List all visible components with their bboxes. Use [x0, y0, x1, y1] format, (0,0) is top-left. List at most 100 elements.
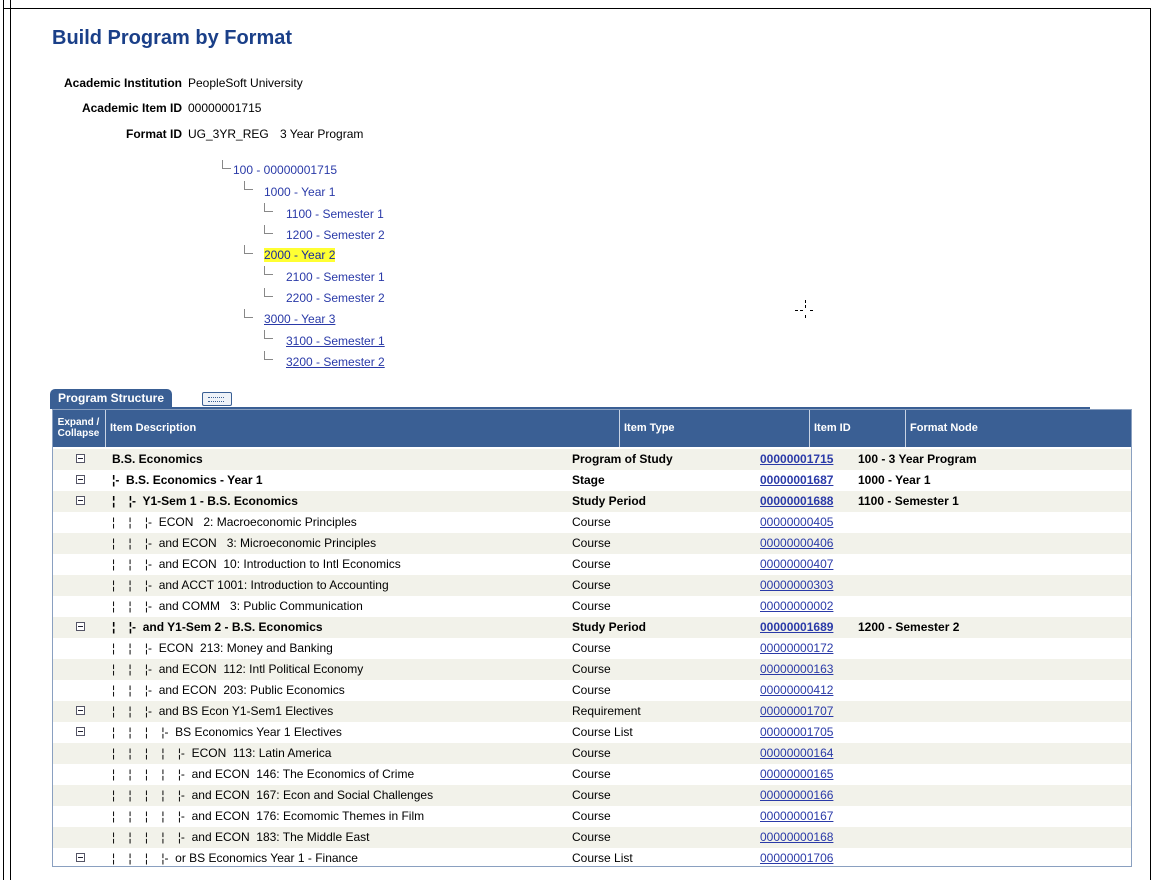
collapse-icon[interactable]: [76, 853, 85, 862]
tree-node-year1-sem2[interactable]: 1200 - Semester 2: [286, 227, 385, 243]
item-type-cell: Course List: [572, 851, 633, 865]
item-id-link[interactable]: 00000000405: [760, 512, 855, 533]
item-id-link[interactable]: 00000000166: [760, 785, 855, 806]
item-id-link[interactable]: 00000001715: [760, 449, 855, 470]
table-row: ¦ ¦ ¦- and ECON 3: Microeconomic Princip…: [52, 533, 1132, 554]
format-node-cell: [858, 554, 1078, 575]
item-id-link[interactable]: 00000001707: [760, 701, 855, 722]
frame-border-top: [3, 8, 1151, 9]
tree-node-year1-sem1[interactable]: 1100 - Semester 1: [286, 206, 384, 222]
col-item-description[interactable]: Item Description: [106, 409, 620, 447]
item-description-cell: ¦ ¦ ¦- and COMM 3: Public Communication: [112, 599, 363, 613]
col-item-type[interactable]: Item Type: [620, 409, 810, 447]
table-row: ¦ ¦ ¦- and ECON 10: Introduction to Intl…: [52, 554, 1132, 575]
item-description-cell: ¦ ¦ ¦- and ECON 203: Public Economics: [112, 683, 345, 697]
item-type-cell: Course: [572, 641, 611, 655]
page-title: Build Program by Format: [52, 27, 293, 49]
table-row: B.S. Economics Program of Study 0000000171…: [52, 449, 1132, 470]
tree-node-year3-sem2[interactable]: 3200 - Semester 2: [286, 354, 385, 370]
format-id-row: Format ID UG_3YR_REG 3 Year Program: [0, 127, 600, 143]
item-description-cell: ¦ ¦ ¦- and BS Econ Y1-Sem1 Electives: [112, 704, 334, 718]
format-node-cell: [858, 575, 1078, 596]
collapse-icon[interactable]: [76, 622, 85, 631]
item-id-link[interactable]: 00000000002: [760, 596, 855, 617]
item-type-cell: Course: [572, 536, 611, 550]
item-type-cell: Course: [572, 683, 611, 697]
item-id-link[interactable]: 00000000407: [760, 554, 855, 575]
show-all-columns-icon[interactable]: [202, 392, 232, 406]
item-description-cell: ¦ ¦ ¦ ¦ ¦- and ECON 183: The Middle East: [112, 830, 370, 844]
item-id-link[interactable]: 00000000164: [760, 743, 855, 764]
collapse-icon[interactable]: [76, 496, 85, 505]
item-type-cell: Course List: [572, 725, 633, 739]
item-type-cell: Study Period: [572, 620, 647, 634]
collapse-icon[interactable]: [76, 727, 85, 736]
item-id-link[interactable]: 00000000303: [760, 575, 855, 596]
tree-node-year-3[interactable]: 3000 - Year 3: [264, 311, 335, 327]
table-row: ¦ ¦ ¦- and BS Econ Y1-Sem1 Electives Requ…: [52, 701, 1132, 722]
item-id-link[interactable]: 00000001706: [760, 848, 855, 869]
item-id-label: Academic Item ID: [81, 101, 182, 115]
table-row: ¦ ¦ ¦- and ACCT 1001: Introduction to Ac…: [52, 575, 1132, 596]
item-id-link[interactable]: 00000001688: [760, 491, 855, 512]
table-row: ¦ ¦- and Y1-Sem 2 - B.S. Economics Study …: [52, 617, 1132, 638]
item-description-cell: ¦ ¦ ¦ ¦- or BS Economics Year 1 - Financ…: [112, 851, 358, 865]
item-id-link[interactable]: 00000000412: [760, 680, 855, 701]
item-description-cell: ¦ ¦ ¦ ¦ ¦- and ECON 167: Econ and Social…: [112, 788, 434, 802]
table-row: ¦ ¦ ¦- and COMM 3: Public Communication C…: [52, 596, 1132, 617]
item-id-link[interactable]: 00000001687: [760, 470, 855, 491]
collapse-icon[interactable]: [76, 706, 85, 715]
tree-connector: [264, 288, 273, 297]
item-id-link[interactable]: 00000001689: [760, 617, 855, 638]
table-row: ¦ ¦ ¦- ECON 213: Money and Banking Course…: [52, 638, 1132, 659]
item-id-link[interactable]: 00000000163: [760, 659, 855, 680]
table-row: ¦- B.S. Economics - Year 1 Stage 000000016…: [52, 470, 1132, 491]
table-row: ¦ ¦- Y1-Sem 1 - B.S. Economics Study Peri…: [52, 491, 1132, 512]
item-id-link[interactable]: 00000000168: [760, 827, 855, 848]
item-type-cell: Course: [572, 599, 611, 613]
format-node-cell: [858, 638, 1078, 659]
table-row: ¦ ¦ ¦ ¦- or BS Economics Year 1 - Financ…: [52, 848, 1132, 869]
table-row: ¦ ¦ ¦- and ECON 112: Intl Political Econ…: [52, 659, 1132, 680]
crosshair-cursor-icon: [795, 300, 815, 320]
item-id-link[interactable]: 00000000165: [760, 764, 855, 785]
item-type-cell: Program of Study: [572, 452, 673, 466]
tree-node-year3-sem1[interactable]: 3100 - Semester 1: [286, 333, 385, 349]
item-id-link[interactable]: 00000000172: [760, 638, 855, 659]
collapse-icon[interactable]: [76, 475, 85, 484]
item-type-cell: Course: [572, 578, 611, 592]
tree-node-year-1[interactable]: 1000 - Year 1: [264, 184, 335, 200]
tree-node-year2-sem2[interactable]: 2200 - Semester 2: [286, 290, 385, 306]
format-node-cell: [858, 848, 1078, 869]
item-description-cell: ¦ ¦ ¦- and ACCT 1001: Introduction to Ac…: [112, 578, 389, 592]
item-id-link[interactable]: 00000001705: [760, 722, 855, 743]
format-id-label: Format ID: [125, 127, 182, 141]
col-expand-collapse: Expand / Collapse: [52, 409, 106, 447]
format-node-cell: [858, 827, 1078, 848]
tree-connector: [264, 330, 273, 339]
tree-node-year-2[interactable]: 2000 - Year 2: [264, 247, 336, 263]
tab-program-structure[interactable]: Program Structure: [50, 389, 173, 408]
item-type-cell: Course: [572, 767, 611, 781]
tree-node-year2-sem1[interactable]: 2100 - Semester 1: [286, 269, 385, 285]
item-id-link[interactable]: 00000000167: [760, 806, 855, 827]
item-type-cell: Course: [572, 515, 611, 529]
format-node-cell: [858, 512, 1078, 533]
item-description-cell: ¦ ¦- and Y1-Sem 2 - B.S. Economics: [112, 620, 323, 634]
item-type-cell: Course: [572, 788, 611, 802]
table-row: ¦ ¦ ¦- and ECON 203: Public Economics Cou…: [52, 680, 1132, 701]
tree-node-root[interactable]: 100 - 00000001715: [233, 162, 337, 178]
col-format-node[interactable]: Format Node: [906, 409, 1132, 447]
institution-value: PeopleSoft University: [188, 76, 303, 90]
tree-connector: [264, 203, 273, 212]
grid-header: Expand / Collapse Item Description Item …: [52, 409, 1132, 447]
col-item-id[interactable]: Item ID: [810, 409, 906, 447]
format-node-cell: [858, 701, 1078, 722]
format-node-cell: [858, 533, 1078, 554]
item-id-link[interactable]: 00000000406: [760, 533, 855, 554]
format-node-cell: 1200 - Semester 2: [858, 620, 960, 634]
tab-bar: Program Structure: [50, 389, 1090, 409]
collapse-icon[interactable]: [76, 454, 85, 463]
item-type-cell: Course: [572, 809, 611, 823]
tree-connector: [244, 309, 253, 318]
